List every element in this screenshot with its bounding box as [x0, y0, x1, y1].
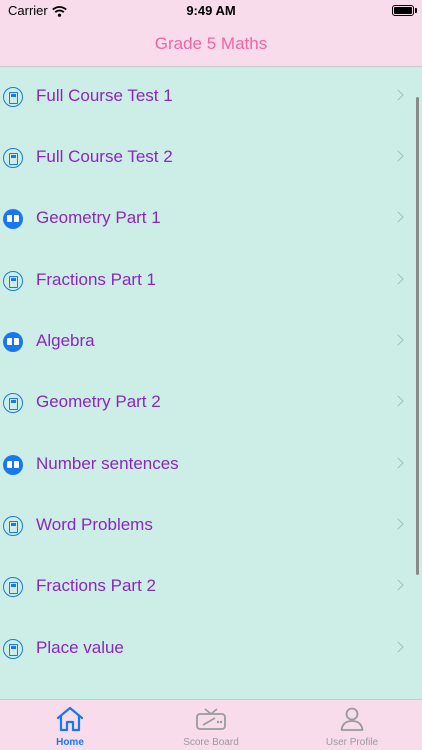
tab-home-label: Home	[56, 737, 84, 748]
clock: 9:49 AM	[186, 3, 236, 18]
open-book-icon	[3, 209, 23, 229]
book-outline-icon	[3, 516, 23, 536]
battery-tip-icon	[415, 8, 417, 13]
page-title: Grade 5 Maths	[154, 34, 268, 53]
book-outline-icon	[3, 393, 23, 413]
chevron-right-icon	[392, 641, 404, 653]
list-item-label: Place value	[36, 638, 124, 657]
book-outline-icon	[3, 87, 23, 107]
tab-user-profile[interactable]: User Profile	[282, 700, 422, 750]
list-item[interactable]: Full Course Test 2	[0, 128, 422, 189]
open-book-icon	[3, 455, 23, 475]
list-item[interactable]: Algebra	[0, 312, 422, 373]
book-outline-icon	[3, 639, 23, 659]
open-book-icon	[3, 332, 23, 352]
list-item[interactable]: Word Problems	[0, 496, 422, 557]
list-item-label: Full Course Test 2	[36, 147, 173, 166]
user-icon	[339, 706, 365, 737]
chevron-right-icon	[392, 518, 404, 530]
chevron-right-icon	[392, 211, 404, 223]
book-outline-icon	[3, 271, 23, 291]
chevron-right-icon	[392, 89, 404, 101]
list-item-label: Fractions Part 2	[36, 576, 156, 595]
list-item-label: Geometry Part 2	[36, 392, 161, 411]
list-item[interactable]: Geometry Part 1	[0, 189, 422, 250]
tab-home[interactable]: Home	[0, 700, 140, 750]
tab-bar: Home Score Board User Profile	[0, 699, 422, 750]
home-icon	[56, 706, 84, 737]
battery-icon	[392, 5, 414, 16]
list-item[interactable]: Full Course Test 1	[0, 67, 422, 128]
chevron-right-icon	[392, 579, 404, 591]
chevron-right-icon	[392, 395, 404, 407]
book-outline-icon	[3, 148, 23, 168]
list-item-label: Geometry Part 1	[36, 208, 161, 227]
list-item-label: Fractions Part 1	[36, 270, 156, 289]
chevron-right-icon	[392, 150, 404, 162]
list-item[interactable]: Fractions Part 1	[0, 251, 422, 312]
list-item[interactable]: Place value	[0, 619, 422, 680]
list-item[interactable]: Fractions Part 2	[0, 557, 422, 618]
list-item-label: Algebra	[36, 331, 95, 350]
book-outline-icon	[3, 577, 23, 597]
navigation-bar: Grade 5 Maths	[0, 24, 422, 67]
chevron-right-icon	[392, 273, 404, 285]
list-item-label: Number sentences	[36, 454, 179, 473]
chevron-right-icon	[392, 457, 404, 469]
tab-user-profile-label: User Profile	[325, 737, 379, 748]
list-item-label: Full Course Test 1	[36, 86, 173, 105]
tab-score-board[interactable]: Score Board	[141, 700, 281, 750]
scoreboard-icon	[195, 706, 227, 737]
topic-list[interactable]: Full Course Test 1 Full Course Test 2 Ge…	[0, 67, 422, 699]
tab-score-board-label: Score Board	[183, 737, 239, 748]
list-item[interactable]: Geometry Part 2	[0, 373, 422, 434]
scroll-indicator[interactable]	[416, 97, 419, 575]
chevron-right-icon	[392, 334, 404, 346]
list-item[interactable]: Number sentences	[0, 435, 422, 496]
status-bar: Carrier 9:49 AM	[0, 0, 422, 24]
list-item-label: Word Problems	[36, 515, 153, 534]
